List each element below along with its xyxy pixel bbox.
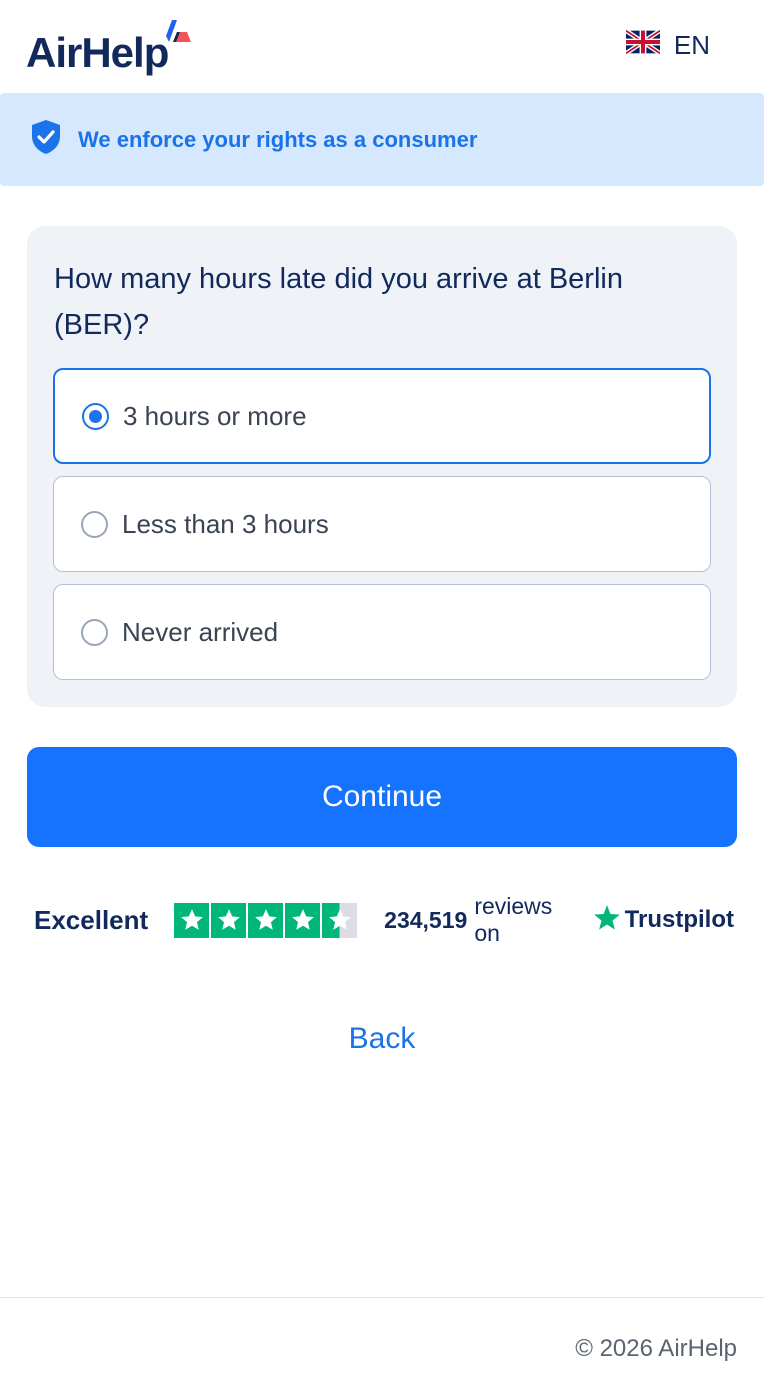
header: AirHelp EN [0, 0, 764, 93]
banner-text: We enforce your rights as a consumer [78, 126, 478, 152]
option-less-than-3-hours[interactable]: Less than 3 hours [53, 476, 711, 572]
radio-button[interactable] [81, 510, 108, 538]
shield-check-icon [30, 119, 62, 160]
option-never-arrived[interactable]: Never arrived [53, 584, 711, 680]
language-code: EN [673, 29, 710, 60]
uk-flag-icon [624, 28, 662, 59]
option-3-hours-or-more[interactable]: 3 hours or more [53, 368, 711, 464]
logo-mark-icon [166, 18, 192, 48]
consumer-rights-banner: We enforce your rights as a consumer [0, 93, 764, 186]
star-icon [248, 902, 284, 938]
star-icon [174, 902, 210, 938]
logo-text: AirHelp [26, 29, 169, 76]
radio-button[interactable] [82, 402, 109, 430]
back-link[interactable]: Back [0, 1022, 764, 1056]
review-count: 234,519 [384, 906, 468, 933]
option-label: Never arrived [122, 616, 279, 647]
trust-rating-label: Excellent [34, 904, 149, 935]
trustpilot-star-icon [593, 904, 621, 937]
copyright-text: © 2026 AirHelp [575, 1335, 737, 1362]
star-icon [285, 902, 321, 938]
reviews-on-text: reviews on [474, 893, 553, 946]
airhelp-logo[interactable]: AirHelp [26, 18, 192, 78]
trustpilot-stars [174, 902, 358, 938]
trustpilot-widget[interactable]: Excellent 234,519 reviews on Trustpilot [34, 893, 734, 946]
question-title: How many hours late did you arrive at Be… [54, 263, 623, 341]
question-card: How many hours late did you arrive at Be… [27, 226, 737, 707]
trustpilot-brand: Trustpilot [624, 906, 734, 933]
option-label: Less than 3 hours [122, 508, 329, 539]
option-label: 3 hours or more [123, 400, 307, 431]
radio-button[interactable] [81, 618, 108, 646]
continue-button[interactable]: Continue [27, 747, 737, 847]
star-icon [211, 902, 247, 938]
half-star-icon [322, 902, 358, 938]
footer-divider [0, 1297, 764, 1298]
language-selector[interactable]: EN [624, 28, 710, 60]
